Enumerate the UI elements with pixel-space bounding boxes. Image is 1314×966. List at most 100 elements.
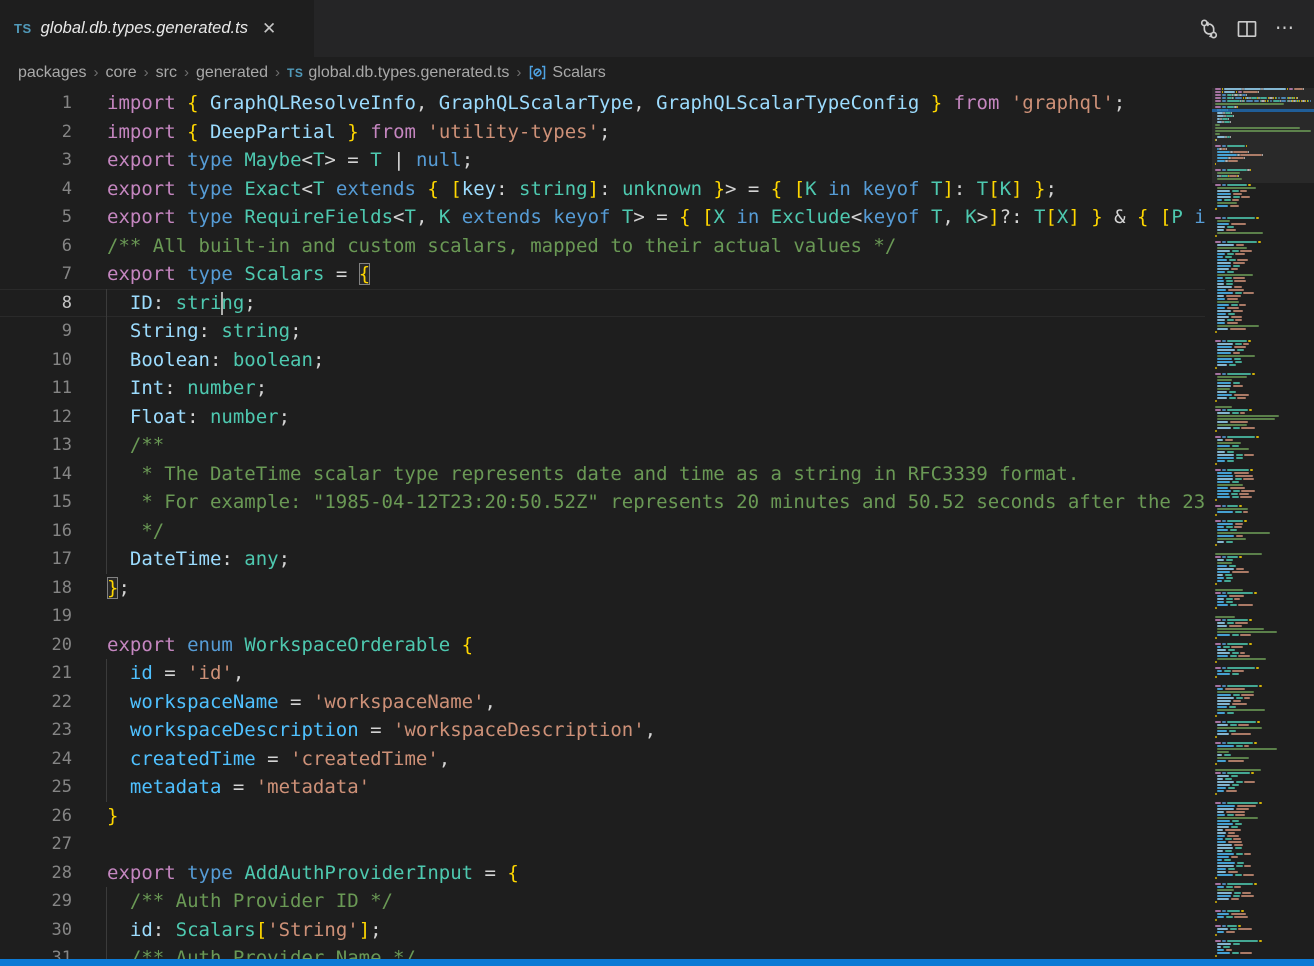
line-number[interactable]: 18 [0, 574, 72, 603]
code-line[interactable]: 22 workspaceName = 'workspaceName', [0, 688, 1205, 717]
line-number[interactable]: 10 [0, 346, 72, 375]
code-line[interactable]: 4export type Exact<T extends { [key: str… [0, 175, 1205, 204]
code-line[interactable]: 8 ID: string; [0, 289, 1205, 318]
line-number[interactable]: 1 [0, 89, 72, 118]
breadcrumb-separator: › [184, 64, 189, 81]
breadcrumb-item-core[interactable]: core [106, 64, 137, 82]
code-line[interactable]: 28export type AddAuthProviderInput = { [0, 859, 1205, 888]
line-number[interactable]: 16 [0, 517, 72, 546]
code-line[interactable]: 2import { DeepPartial } from 'utility-ty… [0, 118, 1205, 147]
code-line[interactable]: 14 * The DateTime scalar type represents… [0, 460, 1205, 489]
code-line[interactable]: 13 /** [0, 431, 1205, 460]
line-number[interactable]: 8 [0, 289, 72, 318]
code-line[interactable]: 27 [0, 830, 1205, 859]
code-text: Int: number; [72, 374, 1205, 403]
more-actions-icon[interactable]: ⋯ [1270, 14, 1300, 44]
code-line[interactable]: 11 Int: number; [0, 374, 1205, 403]
code-text: ID: string; [72, 289, 1205, 318]
code-text: /** Auth Provider ID */ [72, 887, 1205, 916]
code-line[interactable]: 5export type RequireFields<T, K extends … [0, 203, 1205, 232]
line-number[interactable]: 13 [0, 431, 72, 460]
vscode-editor-window: TS global.db.types.generated.ts ✕ [0, 0, 1314, 966]
code-area[interactable]: 1import { GraphQLResolveInfo, GraphQLSca… [0, 88, 1205, 959]
line-number[interactable]: 28 [0, 859, 72, 888]
tab-bar: TS global.db.types.generated.ts ✕ [0, 0, 1314, 57]
code-line[interactable]: 10 Boolean: boolean; [0, 346, 1205, 375]
breadcrumb-item-src[interactable]: src [156, 64, 177, 82]
line-number[interactable]: 11 [0, 374, 72, 403]
code-line[interactable]: 18}; [0, 574, 1205, 603]
indent-guide [106, 460, 107, 489]
breadcrumb-label: Scalars [552, 64, 605, 82]
code-line[interactable]: 17 DateTime: any; [0, 545, 1205, 574]
line-number[interactable]: 30 [0, 916, 72, 945]
code-line[interactable]: 30 id: Scalars['String']; [0, 916, 1205, 945]
breadcrumb-item-packages[interactable]: packages [18, 64, 87, 82]
code-line[interactable]: 16 */ [0, 517, 1205, 546]
line-number[interactable]: 12 [0, 403, 72, 432]
line-number[interactable]: 27 [0, 830, 72, 859]
code-line[interactable]: 7export type Scalars = { [0, 260, 1205, 289]
breadcrumb-label: packages [18, 64, 87, 82]
breadcrumb-item-global-db-types-generated-ts[interactable]: TSglobal.db.types.generated.ts [287, 64, 509, 82]
split-editor-icon[interactable] [1232, 14, 1262, 44]
code-line[interactable]: 3export type Maybe<T> = T | null; [0, 146, 1205, 175]
line-number[interactable]: 22 [0, 688, 72, 717]
line-number[interactable]: 25 [0, 773, 72, 802]
code-line[interactable]: 6/** All built-in and custom scalars, ma… [0, 232, 1205, 261]
close-tab-icon[interactable]: ✕ [262, 20, 276, 37]
line-number[interactable]: 4 [0, 175, 72, 204]
text-cursor [221, 292, 223, 315]
open-changes-icon[interactable] [1194, 14, 1224, 44]
breadcrumb-label: generated [196, 64, 268, 82]
line-number[interactable]: 6 [0, 232, 72, 261]
line-number[interactable]: 20 [0, 631, 72, 660]
breadcrumb-item-scalars[interactable]: Scalars [528, 64, 605, 82]
code-text: * For example: "1985-04-12T23:20:50.52Z"… [72, 488, 1205, 517]
code-line[interactable]: 24 createdTime = 'createdTime', [0, 745, 1205, 774]
code-text: export enum WorkspaceOrderable { [72, 631, 1205, 660]
code-line[interactable]: 21 id = 'id', [0, 659, 1205, 688]
breadcrumb-separator: › [516, 64, 521, 81]
line-number[interactable]: 29 [0, 887, 72, 916]
line-number[interactable]: 31 [0, 944, 72, 959]
line-number[interactable]: 9 [0, 317, 72, 346]
line-number[interactable]: 23 [0, 716, 72, 745]
line-number[interactable]: 19 [0, 602, 72, 631]
line-number[interactable]: 14 [0, 460, 72, 489]
line-number[interactable]: 3 [0, 146, 72, 175]
line-number[interactable]: 21 [0, 659, 72, 688]
minimap[interactable] [1212, 88, 1314, 959]
code-line[interactable]: 26} [0, 802, 1205, 831]
indent-guide [106, 944, 107, 959]
line-number[interactable]: 17 [0, 545, 72, 574]
breadcrumb: packages›core›src›generated›TSglobal.db.… [0, 57, 1314, 88]
indent-guide [106, 887, 107, 916]
code-line[interactable]: 9 String: string; [0, 317, 1205, 346]
code-text: createdTime = 'createdTime', [72, 745, 1205, 774]
code-line[interactable]: 20export enum WorkspaceOrderable { [0, 631, 1205, 660]
tab-global-db-types[interactable]: TS global.db.types.generated.ts ✕ [0, 0, 314, 57]
code-line[interactable]: 31 /** Auth Provider Name */ [0, 944, 1205, 959]
indent-guide [106, 431, 107, 460]
code-line[interactable]: 19 [0, 602, 1205, 631]
code-text: /** Auth Provider Name */ [72, 944, 1205, 959]
line-number[interactable]: 26 [0, 802, 72, 831]
line-number[interactable]: 15 [0, 488, 72, 517]
code-line[interactable]: 15 * For example: "1985-04-12T23:20:50.5… [0, 488, 1205, 517]
code-line[interactable]: 23 workspaceDescription = 'workspaceDesc… [0, 716, 1205, 745]
indent-guide [106, 289, 107, 318]
line-number[interactable]: 2 [0, 118, 72, 147]
code-text: }; [72, 574, 1205, 603]
code-text: id: Scalars['String']; [72, 916, 1205, 945]
breadcrumb-item-generated[interactable]: generated [196, 64, 268, 82]
code-line[interactable]: 1import { GraphQLResolveInfo, GraphQLSca… [0, 89, 1205, 118]
line-number[interactable]: 7 [0, 260, 72, 289]
line-number[interactable]: 5 [0, 203, 72, 232]
symbol-type-icon [528, 65, 547, 80]
code-line[interactable]: 25 metadata = 'metadata' [0, 773, 1205, 802]
code-text [72, 830, 1205, 859]
line-number[interactable]: 24 [0, 745, 72, 774]
code-line[interactable]: 29 /** Auth Provider ID */ [0, 887, 1205, 916]
code-line[interactable]: 12 Float: number; [0, 403, 1205, 432]
